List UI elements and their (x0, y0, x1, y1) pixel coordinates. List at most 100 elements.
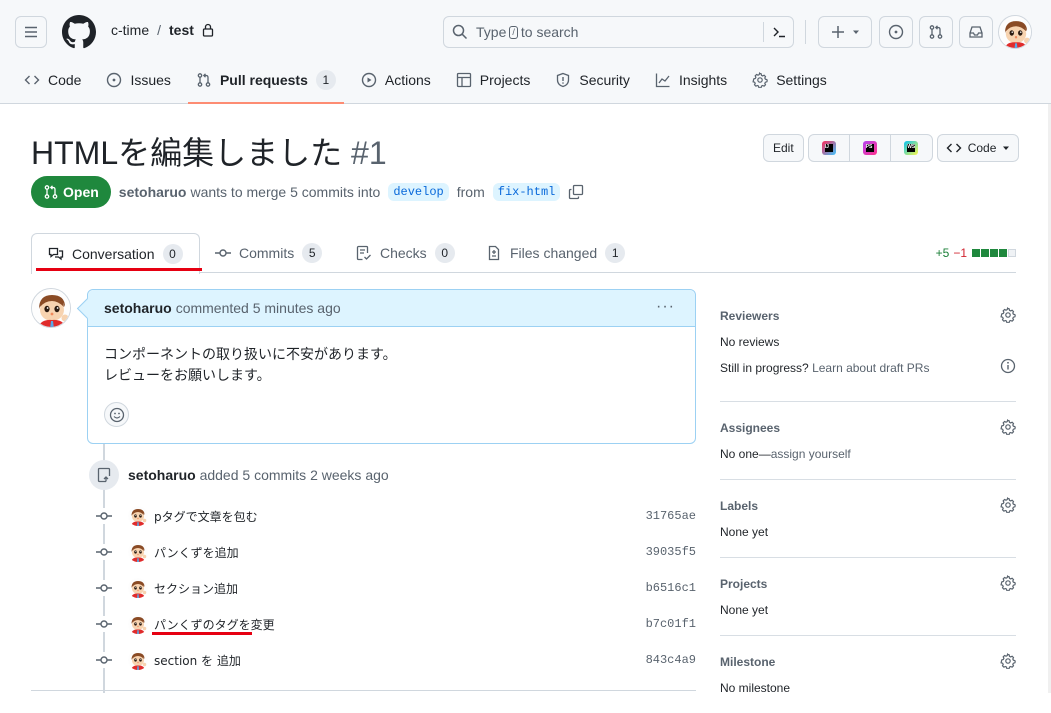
commit-author-avatar[interactable] (128, 506, 148, 526)
nav-code[interactable]: Code (16, 62, 89, 98)
commit-author-avatar[interactable] (128, 578, 148, 598)
webstorm-icon: WS (904, 141, 919, 155)
nav-issues-label: Issues (130, 72, 171, 88)
repo-push-icon (89, 460, 119, 490)
commit-sha-link[interactable]: b7c01f1 (646, 617, 696, 631)
github-logo-icon[interactable] (62, 15, 96, 49)
gear-icon[interactable] (1000, 497, 1016, 513)
intellij-button[interactable]: IJ (809, 135, 850, 161)
commit-sha-link[interactable]: 843c4a9 (646, 653, 696, 667)
nav-projects[interactable]: Projects (448, 62, 539, 98)
code-dropdown-button[interactable]: Code (936, 134, 1020, 162)
pull-requests-button[interactable] (919, 16, 953, 48)
copy-icon[interactable] (568, 184, 584, 200)
sidebar-milestone: Milestone No milestone (720, 636, 1016, 713)
tab-files-changed[interactable]: Files changed 1 (486, 233, 626, 273)
gear-icon[interactable] (1000, 419, 1016, 435)
commit-message-link[interactable]: pタグで文章を包む (154, 508, 258, 525)
merge-text: wants to merge 5 commits into (190, 184, 381, 200)
code-icon (24, 75, 40, 85)
diffstat-block-add (999, 249, 1007, 257)
inbox-button[interactable] (959, 16, 993, 48)
gear-icon[interactable] (1000, 575, 1016, 591)
diffstat-deletions: −1 (953, 246, 967, 260)
command-palette-button[interactable] (763, 22, 793, 42)
diffstat-block-add (972, 249, 980, 257)
head-branch[interactable]: fix-html (492, 183, 561, 201)
nav-pull-requests[interactable]: Pull requests 1 (187, 62, 344, 104)
commit-message-link[interactable]: パンくずのタグを変更 (154, 616, 275, 633)
menu-button[interactable] (15, 16, 47, 48)
comment-header: setoharuo commented 5 minutes ago ··· (88, 290, 695, 327)
tab-commits-label: Commits (239, 245, 295, 261)
edit-button[interactable]: Edit (763, 134, 804, 162)
nav-settings-label: Settings (776, 72, 827, 88)
assign-yourself-link[interactable]: assign yourself (771, 447, 851, 461)
gear-icon[interactable] (1000, 307, 1016, 323)
issues-button[interactable] (879, 16, 913, 48)
commit-sha-link[interactable]: 39035f5 (646, 545, 696, 559)
from-text: from (456, 184, 485, 200)
pr-title: HTMLを編集しました (31, 135, 343, 171)
gear-icon[interactable] (1000, 653, 1016, 669)
ide-buttons: IJ PS WS (807, 134, 933, 162)
commit-author-avatar[interactable] (128, 542, 148, 562)
pr-state-row: Open setoharuo wants to merge 5 commits … (31, 176, 584, 208)
nav-security[interactable]: Security (547, 62, 638, 98)
add-reaction-button[interactable] (104, 402, 129, 427)
create-new-button[interactable] (818, 16, 872, 48)
diffstat-block-add (990, 249, 998, 257)
pr-author-link[interactable]: setoharuo (119, 184, 187, 200)
kebab-horizontal-icon[interactable]: ··· (656, 298, 675, 316)
app-header: c-time / test Type / to search Code Issu… (0, 0, 1051, 104)
git-commit-icon (94, 544, 114, 560)
hamburger-icon (25, 26, 37, 38)
tab-files-changed-label: Files changed (510, 245, 598, 261)
info-icon[interactable] (1000, 358, 1016, 374)
search-input[interactable]: Type / to search (443, 16, 794, 48)
reviewers-heading: Reviewers (720, 309, 780, 323)
base-branch[interactable]: develop (388, 183, 449, 201)
file-diff-icon (488, 245, 500, 261)
comment-author-link[interactable]: setoharuo (104, 300, 172, 316)
git-commit-icon (94, 508, 114, 524)
tab-commits[interactable]: Commits 5 (215, 233, 323, 273)
tab-checks[interactable]: Checks 0 (356, 233, 455, 273)
commit-message-link[interactable]: セクション追加 (154, 580, 238, 597)
assignees-none: No one— (720, 447, 771, 461)
lock-icon (202, 23, 214, 37)
diffstat: +5 −1 (936, 246, 1016, 260)
commit-author-avatar[interactable] (128, 650, 148, 670)
repo-name-link[interactable]: test (169, 22, 194, 38)
diffstat-blocks (971, 249, 1016, 257)
webstorm-button[interactable]: WS (891, 135, 932, 161)
repo-owner-link[interactable]: c-time (111, 22, 149, 38)
nav-actions[interactable]: Actions (353, 62, 439, 98)
git-commit-icon (94, 652, 114, 668)
pr-sidebar: Reviewers No reviews Still in progress? … (720, 290, 1016, 713)
user-avatar[interactable] (998, 15, 1032, 49)
commit-message-link[interactable]: パンくずを追加 (154, 544, 239, 561)
nav-settings[interactable]: Settings (744, 62, 835, 98)
commit-sha-link[interactable]: b6516c1 (646, 581, 696, 595)
tab-conversation-label: Conversation (72, 246, 155, 262)
annotation-underline-conversation (36, 268, 202, 271)
nav-insights[interactable]: Insights (647, 62, 735, 98)
comment-line: コンポーネントの取り扱いに不安があります。 (104, 346, 397, 362)
event-author-link[interactable]: setoharuo (128, 467, 196, 483)
git-commit-icon (215, 245, 231, 261)
search-placeholder-prefix: Type (476, 24, 507, 40)
repo-nav: Code Issues Pull requests 1 Actions Proj… (16, 62, 844, 104)
projects-heading: Projects (720, 577, 768, 591)
draft-prs-link[interactable]: Learn about draft PRs (812, 361, 929, 375)
comment-author-avatar[interactable] (31, 288, 71, 328)
sidebar-assignees: Assignees No one—assign yourself (720, 402, 1016, 480)
commit-message-link[interactable]: section を 追加 (154, 652, 241, 669)
commit-sha-link[interactable]: 31765ae (646, 509, 696, 523)
phpstorm-button[interactable]: PS (850, 135, 891, 161)
diffstat-block-add (981, 249, 989, 257)
commit-author-avatar[interactable] (128, 614, 148, 634)
nav-issues[interactable]: Issues (98, 62, 178, 98)
pr-tabs: Conversation 0 Commits 5 Checks 0 Files … (31, 233, 1016, 274)
nav-projects-label: Projects (479, 72, 531, 88)
